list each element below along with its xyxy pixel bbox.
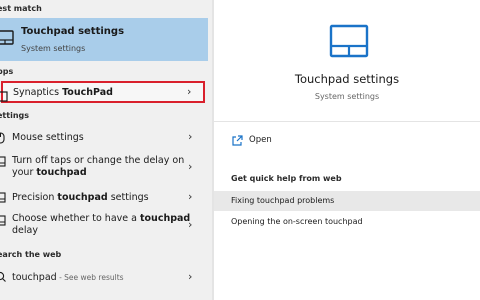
section-search-web: earch the web bbox=[0, 250, 62, 259]
web-result-touchpad[interactable]: touchpad - See web results › bbox=[0, 268, 208, 288]
best-match-title: Touchpad settings bbox=[21, 26, 125, 37]
best-match-touchpad-settings[interactable]: Touchpad settings System settings bbox=[0, 18, 208, 61]
details-title: Touchpad settings bbox=[294, 72, 400, 86]
chevron-right-icon[interactable]: › bbox=[188, 130, 192, 143]
help-heading: Get quick help from web bbox=[231, 174, 342, 183]
setting-precision-touchpad[interactable]: Precision touchpad settings › bbox=[0, 188, 208, 208]
setting-label-line1: Choose whether to have a touchpad bbox=[12, 213, 191, 224]
open-button[interactable]: Open bbox=[249, 135, 272, 145]
help-link-fixing-touchpad[interactable]: Fixing touchpad problems bbox=[214, 191, 480, 211]
chevron-right-icon[interactable]: › bbox=[188, 190, 192, 203]
help-link-label: Fixing touchpad problems bbox=[231, 196, 335, 205]
chevron-right-icon[interactable]: › bbox=[188, 218, 192, 231]
web-query: touchpad - See web results bbox=[12, 272, 124, 283]
chevron-right-icon[interactable]: › bbox=[188, 270, 192, 283]
open-icon[interactable] bbox=[231, 132, 243, 151]
section-best-match: est match bbox=[0, 4, 42, 13]
setting-mouse[interactable]: Mouse settings › bbox=[0, 128, 208, 148]
app-icon bbox=[0, 87, 8, 106]
section-apps: pps bbox=[0, 67, 14, 76]
help-link-on-screen-touchpad[interactable]: Opening the on-screen touchpad bbox=[231, 217, 363, 226]
setting-label-line1: Turn off taps or change the delay on bbox=[12, 155, 185, 166]
mouse-icon bbox=[0, 132, 6, 147]
setting-label-line2: delay bbox=[12, 225, 38, 236]
touchpad-icon bbox=[0, 192, 6, 206]
touchpad-icon bbox=[0, 156, 6, 170]
setting-label: Precision touchpad settings bbox=[12, 192, 149, 203]
touchpad-icon bbox=[329, 24, 369, 62]
results-pane: est match Touchpad settings System setti… bbox=[0, 0, 214, 300]
setting-turn-off-taps[interactable]: Turn off taps or change the delay on you… bbox=[0, 154, 208, 182]
app-label: Synaptics TouchPad bbox=[13, 87, 113, 98]
details-separator bbox=[214, 121, 480, 122]
touchpad-icon bbox=[0, 30, 14, 49]
touchpad-icon bbox=[0, 215, 6, 229]
chevron-right-icon[interactable]: › bbox=[187, 85, 191, 98]
setting-label: Mouse settings bbox=[12, 132, 84, 143]
setting-label-line2: your touchpad bbox=[12, 167, 87, 178]
setting-touchpad-delay[interactable]: Choose whether to have a touchpad delay … bbox=[0, 212, 208, 240]
search-icon bbox=[0, 271, 6, 286]
best-match-subtitle: System settings bbox=[21, 44, 86, 53]
details-subtitle: System settings bbox=[314, 92, 380, 101]
chevron-right-icon[interactable]: › bbox=[188, 160, 192, 173]
section-settings: ettings bbox=[0, 111, 29, 120]
app-synaptics-touchpad[interactable]: Synaptics TouchPad › bbox=[0, 81, 205, 106]
